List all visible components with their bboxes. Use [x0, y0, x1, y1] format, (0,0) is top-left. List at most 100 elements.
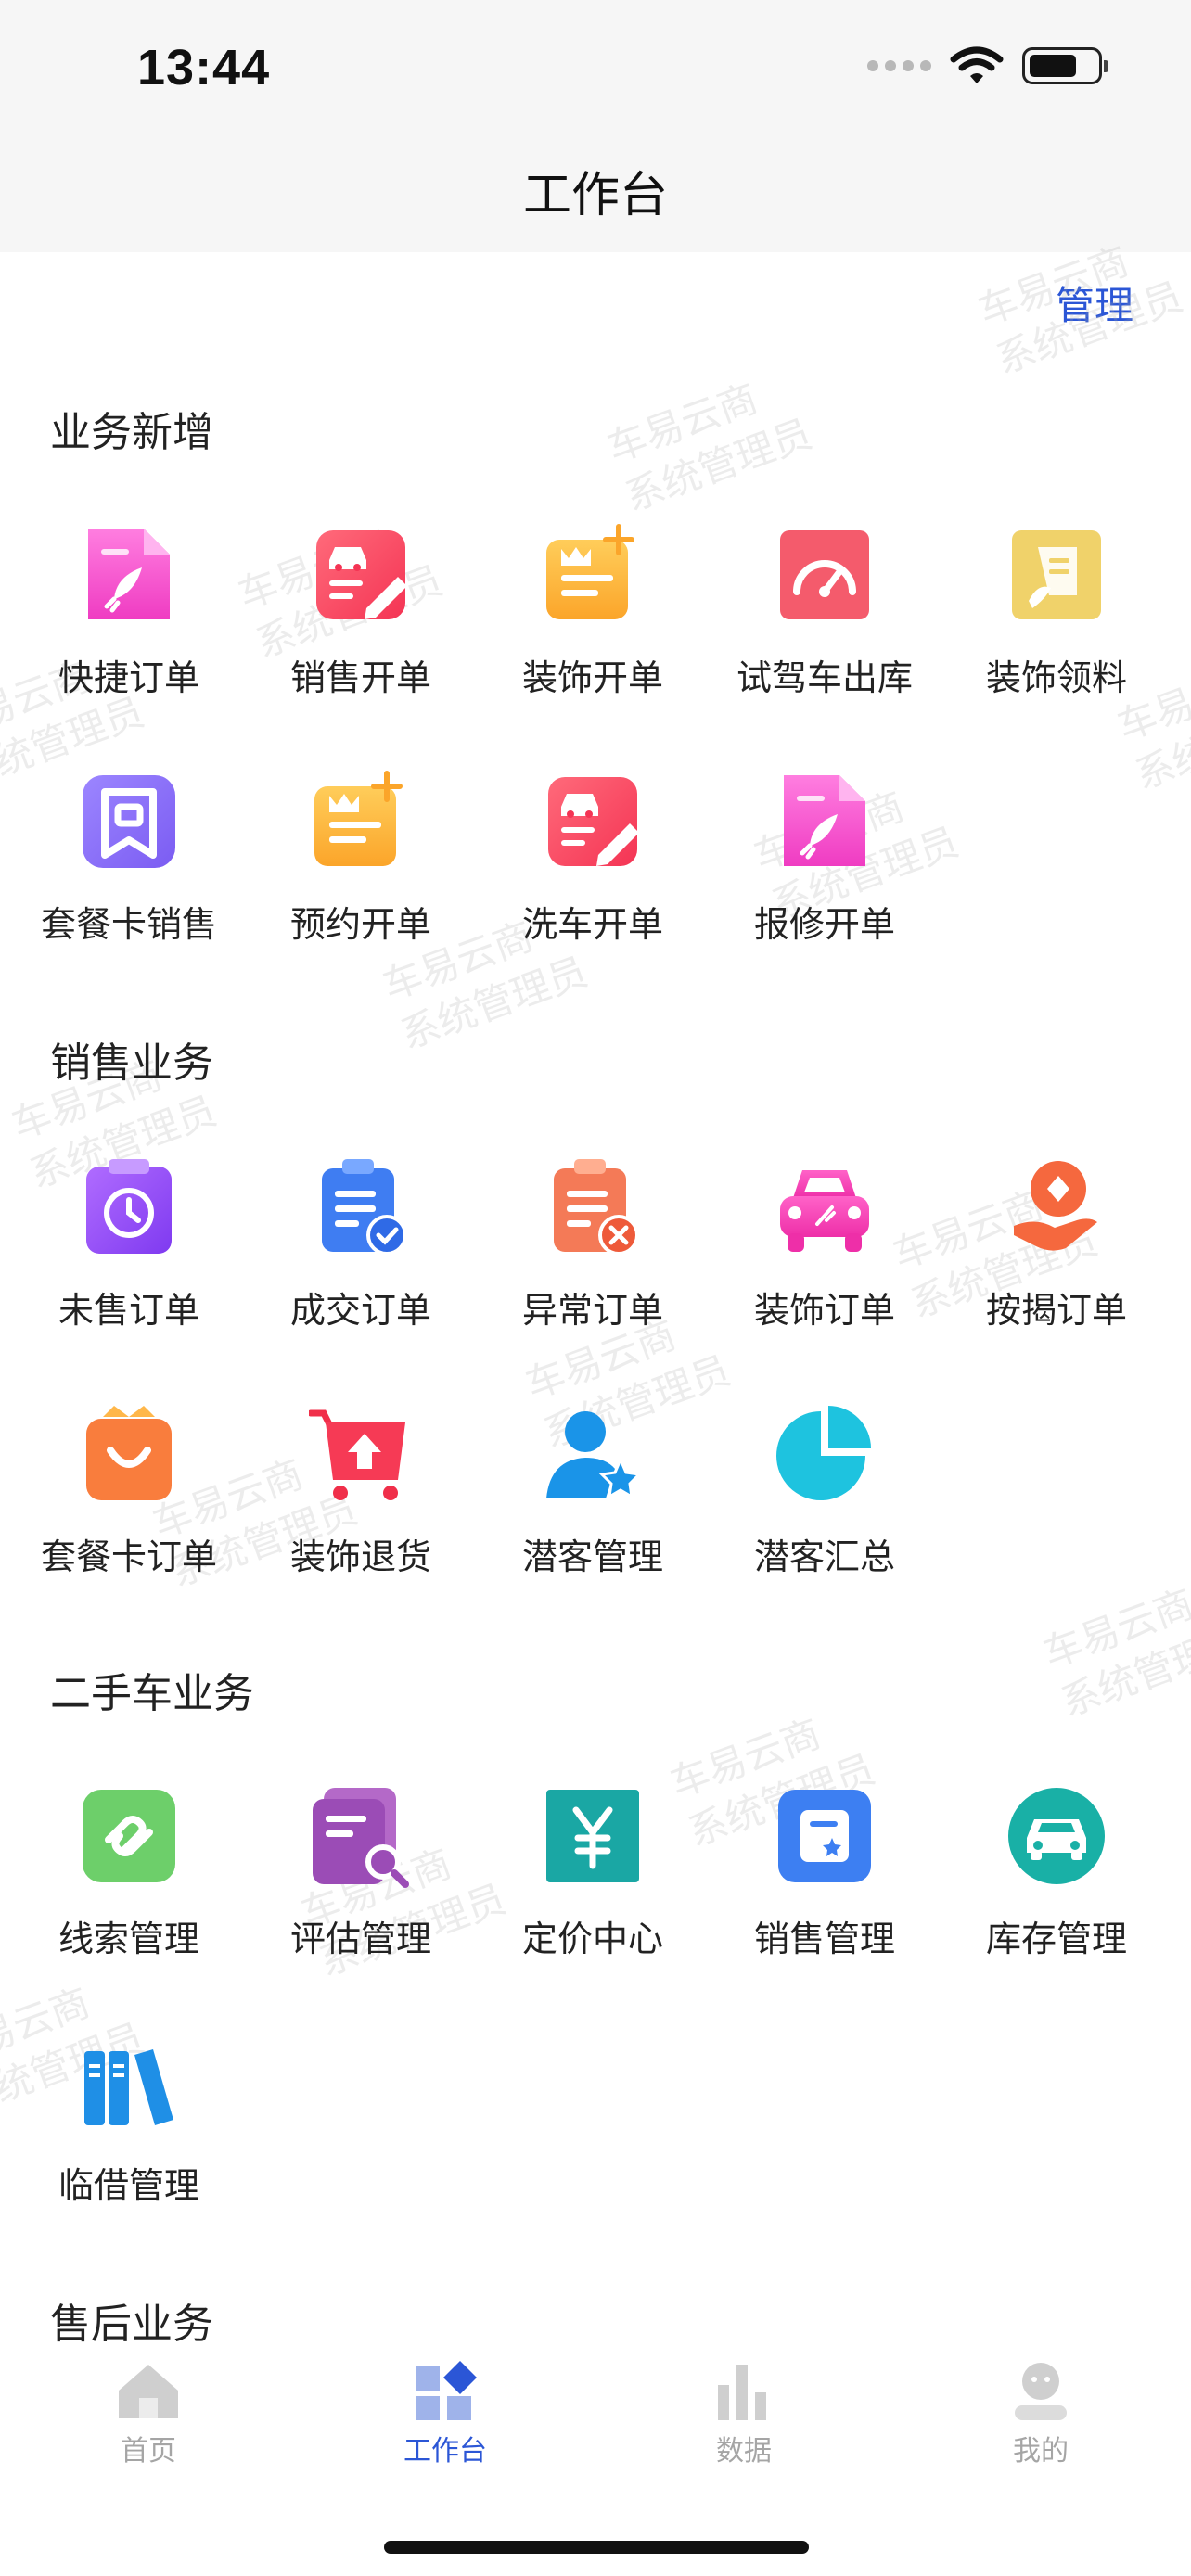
potential-customer-manage-button[interactable]: 潜客管理: [477, 1395, 709, 1641]
quick-order-button[interactable]: 快捷订单: [13, 516, 245, 762]
item-label: 按揭订单: [985, 1290, 1127, 1331]
evaluation-manage-button[interactable]: 评估管理: [245, 1777, 477, 2023]
item-label: 销售开单: [289, 657, 431, 698]
package-card-sale-button[interactable]: 套餐卡销售: [13, 762, 245, 1009]
tab-data[interactable]: 数据: [651, 2361, 837, 2468]
item-label: 套餐卡销售: [40, 904, 217, 945]
tab-workbench[interactable]: 工作台: [352, 2361, 538, 2468]
test-drive-out-button[interactable]: 试驾车出库: [709, 516, 941, 762]
decoration-order-button[interactable]: 装饰开单: [477, 516, 709, 762]
tab-label: 我的: [1013, 2435, 1069, 2468]
rocket-doc-icon: [88, 529, 170, 619]
sales-order-button[interactable]: 销售开单: [245, 516, 477, 762]
potential-customer-summary-button[interactable]: 潜客汇总: [709, 1395, 941, 1641]
item-label: 装饰开单: [521, 657, 663, 698]
item-label: 未售订单: [58, 1290, 199, 1331]
section-title: 售后业务: [50, 2301, 213, 2348]
grid-sales-business: 未售订单 成交订单 异常订单 装饰订单 按揭订单 套餐卡订单 装饰退货 潜客管理…: [0, 1148, 1191, 1641]
yuan-icon: [546, 1790, 639, 1882]
manage-button[interactable]: 管理: [1056, 274, 1133, 331]
inventory-manage-button[interactable]: 库存管理: [941, 1777, 1172, 2023]
car-wash-order-button[interactable]: 洗车开单: [477, 762, 709, 1009]
rocket-doc-icon: [784, 775, 865, 866]
deal-order-button[interactable]: 成交订单: [245, 1148, 477, 1395]
item-label: 洗车开单: [521, 904, 663, 945]
decoration-order-list-button[interactable]: 装饰订单: [709, 1148, 941, 1395]
item-label: 套餐卡订单: [40, 1537, 217, 1577]
home-indicator: [384, 2541, 809, 2554]
car-edit-icon: [548, 777, 639, 866]
item-label: 快捷订单: [58, 657, 199, 698]
tab-label: 首页: [121, 2435, 176, 2468]
user-star-icon: [546, 1411, 643, 1499]
tab-profile[interactable]: 我的: [948, 2361, 1133, 2468]
x-clipboard-icon: [554, 1159, 639, 1256]
used-car-sales-manage-button[interactable]: 销售管理: [709, 1777, 941, 2023]
signal-icon: [867, 60, 931, 71]
temporary-loan-manage-button[interactable]: 临借管理: [13, 2023, 245, 2270]
pie-chart-icon: [776, 1406, 871, 1500]
check-clipboard-icon: [322, 1159, 407, 1256]
battery-icon: [1022, 47, 1108, 84]
item-label: 成交订单: [289, 1290, 431, 1331]
shopping-bag-icon: [86, 1406, 172, 1500]
item-label: 装饰退货: [289, 1537, 431, 1577]
mortgage-order-button[interactable]: 按揭订单: [941, 1148, 1172, 1395]
car-edit-icon: [316, 530, 407, 619]
crown-plus-icon: [546, 524, 634, 619]
item-label: 潜客管理: [521, 1537, 663, 1577]
lead-manage-button[interactable]: 线索管理: [13, 1777, 245, 2023]
section-title: 二手车业务: [50, 1670, 254, 1717]
decoration-material-button[interactable]: 装饰领料: [941, 516, 1172, 762]
item-label: 库存管理: [985, 1919, 1127, 1959]
car-circle-icon: [1008, 1788, 1105, 1884]
item-label: 装饰领料: [985, 657, 1127, 698]
tab-label: 工作台: [403, 2435, 487, 2468]
unsold-order-button[interactable]: 未售订单: [13, 1148, 245, 1395]
decoration-return-button[interactable]: 装饰退货: [245, 1395, 477, 1641]
bar-chart-icon: [718, 2365, 766, 2420]
grid-new-business: 快捷订单 销售开单 装饰开单 试驾车出库 装饰领料 套餐卡销售 预约开单 洗车开…: [0, 516, 1191, 1009]
item-label: 报修开单: [753, 904, 895, 945]
report-search-icon: [313, 1788, 409, 1888]
item-label: 预约开单: [289, 904, 431, 945]
package-card-order-button[interactable]: 套餐卡订单: [13, 1395, 245, 1641]
section-title: 销售业务: [50, 1039, 213, 1087]
appointment-order-button[interactable]: 预约开单: [245, 762, 477, 1009]
top-header: 13:44 工作台: [0, 0, 1191, 252]
item-label: 装饰订单: [753, 1290, 895, 1331]
abnormal-order-button[interactable]: 异常订单: [477, 1148, 709, 1395]
link-icon: [83, 1790, 175, 1882]
grid-used-car-business: 线索管理 评估管理 定价中心 销售管理 库存管理 临借管理: [0, 1777, 1191, 2270]
profile-icon: [1015, 2363, 1067, 2420]
tab-label: 数据: [716, 2435, 772, 2468]
document-hand-icon: [1012, 530, 1101, 619]
car-sparkle-icon: [780, 1170, 869, 1252]
status-icons: [867, 46, 1108, 85]
pricing-center-button[interactable]: 定价中心: [477, 1777, 709, 2023]
item-label: 临借管理: [58, 2165, 199, 2206]
tab-home[interactable]: 首页: [56, 2361, 241, 2468]
speedometer-icon: [780, 530, 869, 619]
watermark: 车易云商系统管理员: [601, 375, 818, 520]
item-label: 销售管理: [753, 1919, 895, 1959]
item-label: 试驾车出库: [736, 657, 913, 698]
repair-order-button[interactable]: 报修开单: [709, 762, 941, 1009]
books-icon: [84, 2049, 173, 2125]
item-label: 评估管理: [289, 1919, 431, 1959]
page-title: 工作台: [522, 168, 668, 223]
clock-clipboard-icon: [86, 1159, 172, 1254]
item-label: 异常订单: [521, 1290, 663, 1331]
status-time: 13:44: [137, 40, 271, 96]
home-icon: [119, 2365, 178, 2418]
workbench-icon: [416, 2361, 477, 2420]
hand-diamond-icon: [1014, 1161, 1097, 1251]
item-label: 潜客汇总: [753, 1537, 895, 1577]
cart-return-icon: [309, 1409, 405, 1500]
bookmark-card-icon: [83, 775, 175, 868]
crown-plus-icon: [314, 771, 403, 866]
wifi-icon: [950, 46, 1004, 83]
section-title: 业务新增: [50, 409, 213, 456]
item-label: 线索管理: [58, 1919, 199, 1959]
star-card-icon: [778, 1790, 871, 1882]
